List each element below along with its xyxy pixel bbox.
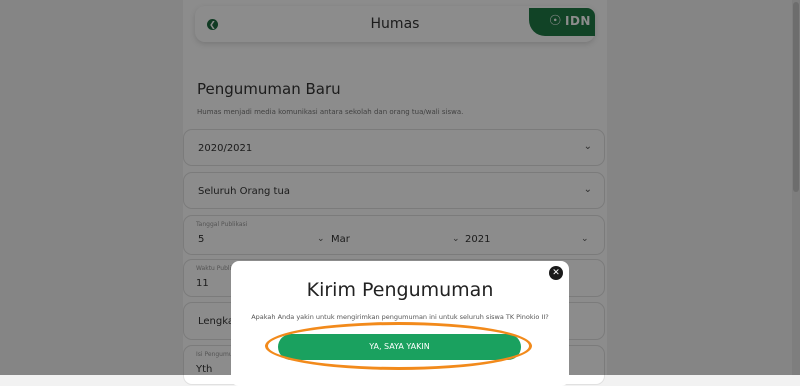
dialog-title: Kirim Pengumuman <box>306 279 494 301</box>
close-icon[interactable]: ✕ <box>549 266 563 280</box>
dialog-message: Apakah Anda yakin untuk mengirimkan peng… <box>251 313 549 321</box>
highlight-ring <box>265 322 532 370</box>
